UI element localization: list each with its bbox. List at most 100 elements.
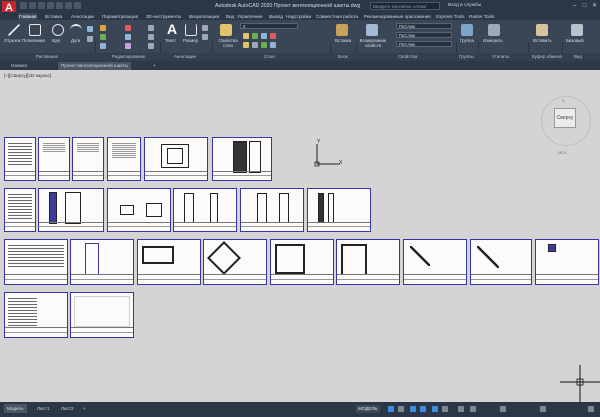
drawing-sheet[interactable] [173,188,237,232]
layer-walk-icon[interactable] [270,42,276,48]
polyline-button[interactable]: Полилиния [22,38,45,43]
base-button[interactable]: Базовый [566,38,584,43]
tab-drawing-file[interactable]: Проект вентиляционной шахты [58,62,131,70]
line-button[interactable]: Отрезок [4,38,21,43]
panel-clipboard[interactable]: Буфер обмена [532,54,562,60]
layer-previous-icon[interactable] [252,42,258,48]
plot-icon[interactable] [56,2,63,9]
drawing-sheet[interactable] [38,137,70,181]
tab-raster-tools[interactable]: Raster Tools [468,13,495,20]
drawing-sheet[interactable] [38,188,104,232]
tab-express-tools[interactable]: Express Tools [435,13,466,20]
panel-view[interactable]: Вид [574,54,582,60]
move-icon[interactable] [100,25,106,31]
open-file-icon[interactable] [29,2,36,9]
layer-current-icon[interactable] [261,42,267,48]
insert-button[interactable]: Вставка [335,38,351,43]
panel-modify[interactable]: Редактирование [112,54,145,60]
ortho-icon[interactable] [410,406,416,412]
drawing-sheet[interactable] [336,239,400,285]
polar-icon[interactable] [420,406,426,412]
layer-match-icon[interactable] [243,42,249,48]
drawing-sheet[interactable] [4,239,68,285]
drawing-sheet[interactable] [203,239,267,285]
layout-tab-sheet1[interactable]: Лист1 [34,404,53,413]
text-icon[interactable]: A [166,22,178,36]
dimension-icon[interactable] [185,24,197,36]
drawing-sheet[interactable] [403,239,467,285]
drawing-sheet[interactable] [4,137,36,181]
snap-icon[interactable] [398,406,404,412]
new-file-icon[interactable] [20,2,27,9]
tab-parametric[interactable]: Параметризация [101,13,139,20]
layer-isolate-icon[interactable] [270,33,276,39]
insert-block-icon[interactable] [336,24,348,36]
drawing-sheet[interactable] [4,188,36,232]
panel-groups[interactable]: Группы [459,54,474,60]
explode-icon[interactable] [148,25,154,31]
panel-annotation[interactable]: Аннотации [174,54,196,60]
drawing-canvas[interactable] [0,70,600,402]
table-icon[interactable] [202,34,208,40]
text-button[interactable]: Текст [165,38,176,43]
layer-lock-icon[interactable] [261,33,267,39]
search-input[interactable]: Введите ключевое слово/фразу [370,2,440,17]
drawing-sheet[interactable] [72,137,104,181]
drawing-sheet[interactable] [137,239,201,285]
tab-annotate[interactable]: Аннотации [70,13,95,20]
linetype-combo[interactable]: ПоСлою [396,32,452,38]
base-view-icon[interactable] [571,24,583,36]
drawing-sheet[interactable] [4,292,68,338]
paste-icon[interactable] [536,24,548,36]
drawing-sheet[interactable] [470,239,532,285]
leader-icon[interactable] [202,25,208,31]
workspace-icon[interactable] [540,406,546,412]
grid-icon[interactable] [388,406,394,412]
panel-layers[interactable]: Слои [264,54,275,60]
tab-manage[interactable]: Управление [236,13,264,20]
new-tab-button[interactable]: + [150,62,159,70]
line-icon[interactable] [8,24,20,36]
annotation-scale-icon[interactable] [500,406,506,412]
panel-block[interactable]: Блок [338,54,348,60]
panel-draw[interactable]: Рисование [36,54,58,60]
osnap-icon[interactable] [432,406,438,412]
rectangle-icon[interactable] [87,26,93,32]
lineweight-combo[interactable]: ПоСлою [396,41,452,47]
measure-button[interactable]: Измерить [483,38,503,43]
add-layout-button[interactable]: + [80,404,89,413]
scale-icon[interactable] [125,43,131,49]
paste-button[interactable]: Вставить [533,38,552,43]
drawing-sheet[interactable] [70,292,134,338]
maximize-icon[interactable]: □ [580,2,589,10]
measure-icon[interactable] [488,24,500,36]
viewport-controls[interactable]: [–][Сверху][2D-каркас] [4,73,51,78]
layout-tab-model[interactable]: Модель [4,404,27,413]
viewcube-north-label[interactable]: С [562,98,565,103]
arc-button[interactable]: Дуга [71,38,80,43]
tab-insert[interactable]: Вставка [44,13,63,20]
array-icon[interactable] [148,43,154,49]
save-as-icon[interactable] [47,2,54,9]
drawing-sheet[interactable] [70,239,134,285]
minimize-icon[interactable]: – [570,2,579,10]
save-icon[interactable] [38,2,45,9]
copy-icon[interactable] [100,34,106,40]
tab-start[interactable]: Начало [8,62,30,70]
arc-icon[interactable] [70,24,82,36]
tab-addins[interactable]: Надстройки [285,13,312,20]
drawing-sheet[interactable] [307,188,371,232]
panel-utilities[interactable]: Утилиты [492,54,509,60]
otrack-icon[interactable] [442,406,448,412]
model-space-button[interactable]: МОДЕЛЬ [356,405,380,413]
group-icon[interactable] [461,24,473,36]
viewcube-top-face[interactable]: Сверху [554,108,576,128]
match-properties-icon[interactable] [366,24,378,36]
redo-icon[interactable] [74,2,81,9]
circle-icon[interactable] [52,24,64,36]
stretch-icon[interactable] [100,43,106,49]
layer-on-icon[interactable] [252,33,258,39]
drawing-sheet[interactable] [144,137,208,181]
drawing-sheet[interactable] [107,188,171,232]
group-button[interactable]: Группа [460,38,474,43]
